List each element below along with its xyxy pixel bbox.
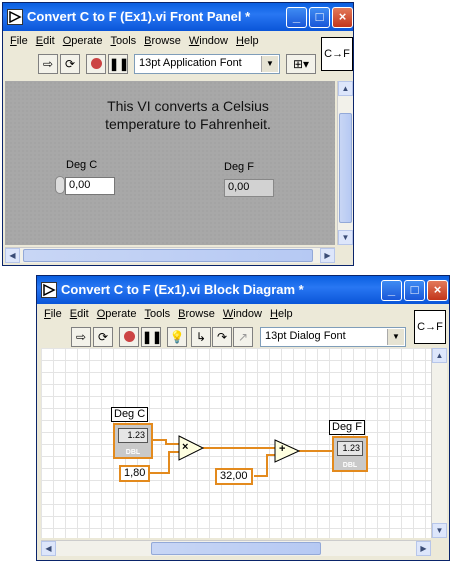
menu-help[interactable]: Help xyxy=(266,306,297,320)
pause-icon[interactable]: ❚❚ xyxy=(108,54,129,74)
wire-const1-multiply xyxy=(150,451,179,474)
multiply-symbol: × xyxy=(182,441,189,453)
scroll-down-arrow[interactable]: ▼ xyxy=(432,523,447,538)
wire-const2-add xyxy=(254,454,277,477)
close-button[interactable]: × xyxy=(427,280,448,301)
front-panel-menubar: File Edit Operate Tools Browse Window Help xyxy=(6,33,263,51)
scroll-right-arrow[interactable]: ▶ xyxy=(416,541,431,556)
menu-file[interactable]: File xyxy=(6,33,32,47)
highlight-execution-icon[interactable]: 💡 xyxy=(167,327,187,347)
menu-help[interactable]: Help xyxy=(232,33,263,47)
front-panel-titlebar[interactable]: Convert C to F (Ex1).vi Front Panel * _ … xyxy=(3,3,353,31)
deg-f-label: Deg F xyxy=(224,161,254,173)
step-out-icon[interactable]: ↗ xyxy=(233,327,253,347)
scroll-left-arrow[interactable]: ◀ xyxy=(5,248,20,263)
front-panel-horizontal-scrollbar[interactable]: ◀ ▶ xyxy=(5,247,335,263)
block-diagram-horizontal-scrollbar[interactable]: ◀ ▶ xyxy=(41,540,431,556)
front-panel-vertical-scrollbar[interactable]: ▲ ▼ xyxy=(337,81,353,245)
scroll-thumb[interactable] xyxy=(23,249,313,262)
run-arrow-icon[interactable]: ⇨ xyxy=(71,327,91,347)
terminal-value: 1.23 xyxy=(337,441,363,456)
vi-icon-label: C→F xyxy=(417,321,443,333)
menu-window[interactable]: Window xyxy=(185,33,232,47)
block-diagram-vertical-scrollbar[interactable]: ▲ ▼ xyxy=(431,348,447,538)
text-align-icon[interactable]: ⊞▾ xyxy=(286,54,316,74)
font-selector[interactable]: 13pt Dialog Font ▼ xyxy=(260,327,406,347)
font-selector[interactable]: 13pt Application Font ▼ xyxy=(134,54,280,74)
menu-file[interactable]: File xyxy=(40,306,66,320)
menu-operate[interactable]: Operate xyxy=(93,306,141,320)
run-continuous-icon[interactable]: ⟳ xyxy=(93,327,113,347)
terminal-type: DBL xyxy=(342,462,358,469)
run-arrow-icon[interactable]: ⇨ xyxy=(38,54,58,74)
step-into-icon[interactable]: ↳ xyxy=(191,327,211,347)
block-diagram-titlebar[interactable]: Convert C to F (Ex1).vi Block Diagram * … xyxy=(37,276,449,304)
constant-32[interactable]: 32,00 xyxy=(215,468,253,485)
menu-tools[interactable]: Tools xyxy=(106,33,140,47)
scroll-up-arrow[interactable]: ▲ xyxy=(432,348,447,363)
vi-icon-pane[interactable]: C→F xyxy=(414,310,446,344)
increment-decrement-arrows[interactable] xyxy=(55,176,65,194)
vi-icon-pane[interactable]: C→F xyxy=(321,37,353,71)
step-over-icon[interactable]: ↷ xyxy=(212,327,232,347)
menu-browse[interactable]: Browse xyxy=(140,33,185,47)
font-selector-value: 13pt Dialog Font xyxy=(265,330,346,342)
labview-vi-icon xyxy=(7,9,23,25)
maximize-button[interactable]: □ xyxy=(404,280,425,301)
terminal-type: DBL xyxy=(125,449,141,456)
front-panel-toolbar: ⇨ ⟳ ❚❚ 13pt Application Font ▼ ⊞▾ xyxy=(6,53,346,79)
scroll-left-arrow[interactable]: ◀ xyxy=(41,541,56,556)
deg-f-terminal[interactable]: 1.23 DBL xyxy=(332,436,368,472)
menu-browse[interactable]: Browse xyxy=(174,306,219,320)
block-diagram-window: Convert C to F (Ex1).vi Block Diagram * … xyxy=(36,275,450,561)
chevron-down-icon: ▼ xyxy=(387,329,404,345)
scroll-thumb[interactable] xyxy=(151,542,321,555)
deg-f-indicator: 0,00 xyxy=(224,179,274,197)
block-diagram-canvas[interactable]: × + Deg C 1.23 DBL 1,80 32,00 Deg F 1.23… xyxy=(41,348,431,538)
wires xyxy=(150,435,333,477)
minimize-button[interactable]: _ xyxy=(286,7,307,28)
scroll-down-arrow[interactable]: ▼ xyxy=(338,230,353,245)
deg-c-terminal[interactable]: 1.23 DBL xyxy=(113,423,153,459)
chevron-down-icon: ▼ xyxy=(261,56,278,72)
front-panel-title: Convert C to F (Ex1).vi Front Panel * xyxy=(27,9,251,24)
deg-c-label: Deg C xyxy=(66,159,98,171)
vi-icon-label: C→F xyxy=(324,48,350,60)
deg-f-terminal-label: Deg F xyxy=(329,420,365,435)
wire-degc-multiply xyxy=(153,439,179,445)
constant-1-80[interactable]: 1,80 xyxy=(119,465,151,482)
menu-edit[interactable]: Edit xyxy=(66,306,93,320)
pause-icon[interactable]: ❚❚ xyxy=(141,327,162,347)
description-label: This VI converts a Celsius temperature t… xyxy=(105,98,271,132)
block-diagram-menubar: File Edit Operate Tools Browse Window Help xyxy=(40,306,297,324)
menu-tools[interactable]: Tools xyxy=(140,306,174,320)
run-continuous-icon[interactable]: ⟳ xyxy=(60,54,80,74)
scroll-up-arrow[interactable]: ▲ xyxy=(338,81,353,96)
scroll-thumb[interactable] xyxy=(339,113,352,223)
labview-vi-icon xyxy=(41,282,57,298)
abort-icon[interactable] xyxy=(119,327,139,347)
close-button[interactable]: × xyxy=(332,7,353,28)
maximize-button[interactable]: □ xyxy=(309,7,330,28)
block-diagram-title: Convert C to F (Ex1).vi Block Diagram * xyxy=(61,282,304,297)
menu-window[interactable]: Window xyxy=(219,306,266,320)
minimize-button[interactable]: _ xyxy=(381,280,402,301)
terminal-value: 1.23 xyxy=(118,428,148,443)
deg-c-control[interactable]: 0,00 xyxy=(65,177,115,195)
menu-operate[interactable]: Operate xyxy=(59,33,107,47)
menu-edit[interactable]: Edit xyxy=(32,33,59,47)
scroll-right-arrow[interactable]: ▶ xyxy=(320,248,335,263)
front-panel-window: Convert C to F (Ex1).vi Front Panel * _ … xyxy=(2,2,354,266)
abort-icon[interactable] xyxy=(86,54,106,74)
add-symbol: + xyxy=(279,443,286,455)
font-selector-value: 13pt Application Font xyxy=(139,57,242,69)
deg-c-terminal-label: Deg C xyxy=(111,407,149,422)
